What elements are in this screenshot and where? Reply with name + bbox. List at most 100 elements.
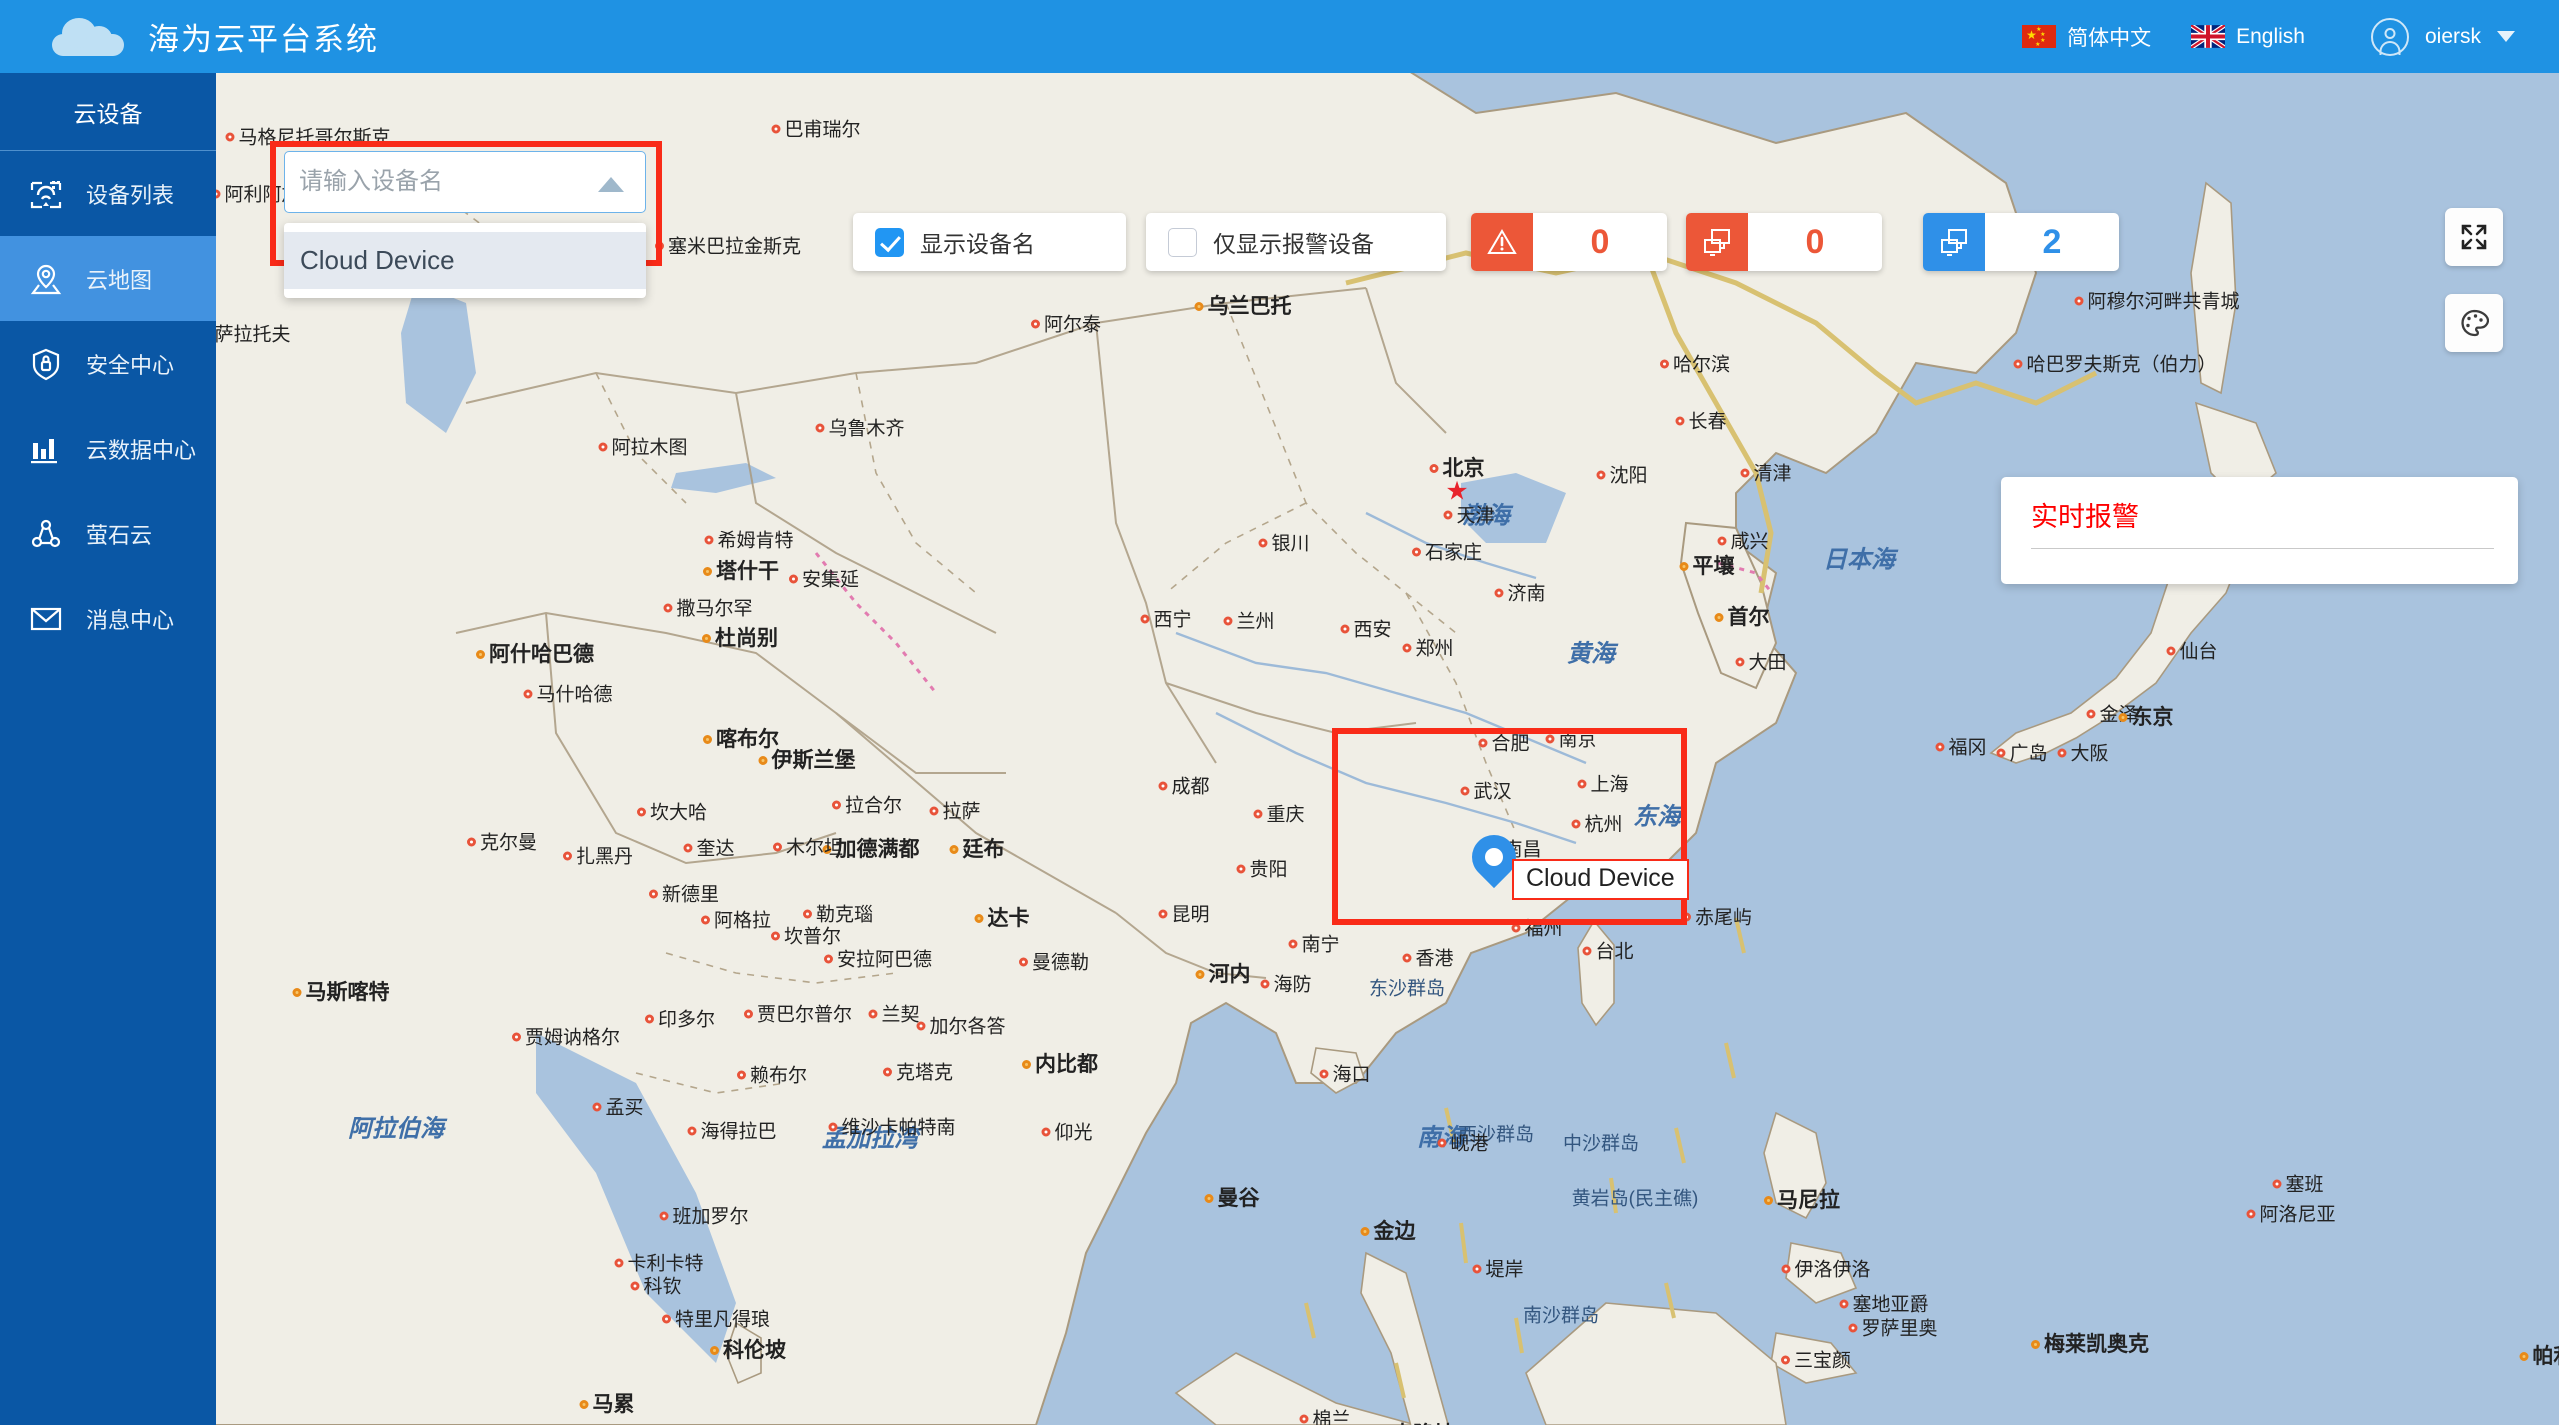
counter-offline-devices[interactable]: 0 bbox=[1686, 213, 1882, 271]
city-name: 加德满都 bbox=[835, 838, 920, 861]
search-suggestion-list[interactable]: Cloud Device bbox=[284, 223, 646, 298]
toggle-show-device-name[interactable]: 显示设备名 bbox=[853, 213, 1126, 271]
city-marker-dot bbox=[1022, 1060, 1031, 1069]
counter-value: 2 bbox=[2042, 222, 2062, 261]
city-marker-dot bbox=[700, 915, 710, 925]
city-name: 希姆肯特 bbox=[717, 530, 794, 552]
language-switch-chinese[interactable]: ★ ★ ★ ★ ★ 简体中文 bbox=[2022, 22, 2151, 52]
toggle-alarm-only[interactable]: 仅显示报警设备 bbox=[1146, 213, 1446, 271]
checkbox-unchecked-icon[interactable] bbox=[1168, 227, 1197, 257]
user-menu[interactable]: oiersk bbox=[2370, 17, 2515, 56]
map-city-label: 仰光 bbox=[1041, 1118, 1093, 1145]
city-name: 阿什哈巴德 bbox=[489, 643, 594, 666]
device-map-marker[interactable] bbox=[1462, 825, 1526, 889]
map-theme-button[interactable] bbox=[2445, 294, 2503, 352]
map-city-label: 扎黑丹 bbox=[562, 842, 634, 869]
search-suggestion-item[interactable]: Cloud Device bbox=[284, 232, 646, 289]
cloud-map-canvas[interactable]: 渤海 黄海 东海 南海 日本海 阿拉伯海 孟加拉湾 西沙群岛 中沙群岛 黄岩岛(… bbox=[216, 73, 2559, 1425]
city-name: 塞地亚爵 bbox=[1852, 1294, 1929, 1316]
chevron-up-icon[interactable] bbox=[598, 177, 624, 192]
city-name: 咸兴 bbox=[1730, 531, 1769, 553]
sidebar-item-cloud-map[interactable]: 云地图 bbox=[0, 236, 216, 321]
city-name: 银川 bbox=[1271, 533, 1310, 555]
sea-label: 中沙群岛 bbox=[1562, 1133, 1640, 1155]
city-marker-dot bbox=[1472, 1264, 1482, 1274]
city-name: 曼德勒 bbox=[1031, 952, 1090, 974]
map-city-label: 乌鲁木齐 bbox=[815, 414, 905, 441]
city-name: 扎黑丹 bbox=[575, 846, 634, 868]
language-english-label: English bbox=[2236, 24, 2305, 48]
fullscreen-button[interactable] bbox=[2445, 208, 2503, 266]
city-name: 马累 bbox=[592, 1393, 635, 1416]
counter-alarm-devices[interactable]: 0 bbox=[1471, 213, 1667, 271]
map-city-label: 西安 bbox=[1340, 615, 1392, 642]
city-name: 拉萨 bbox=[942, 801, 981, 823]
map-city-label: 马累 bbox=[579, 1388, 635, 1418]
city-name: 乌兰巴托 bbox=[1207, 295, 1292, 318]
map-city-label: 阿尔泰 bbox=[1030, 310, 1101, 337]
map-city-label: 孟买 bbox=[592, 1093, 644, 1120]
city-name: 孟买 bbox=[605, 1097, 644, 1119]
map-city-label: 科钦 bbox=[630, 1272, 682, 1299]
map-city-label: 成都 bbox=[1158, 772, 1210, 799]
city-marker-dot bbox=[1018, 957, 1028, 967]
city-marker-dot bbox=[592, 1102, 602, 1112]
city-name: 伊斯兰堡 bbox=[771, 749, 856, 772]
city-marker-dot bbox=[1140, 614, 1150, 624]
map-city-label: 印多尔 bbox=[644, 1005, 715, 1032]
city-marker-dot bbox=[710, 1346, 719, 1355]
city-name: 三宝颜 bbox=[1793, 1350, 1852, 1372]
city-marker-dot bbox=[644, 1014, 654, 1024]
map-city-label: 首尔 bbox=[1714, 601, 1770, 631]
checkbox-checked-icon[interactable] bbox=[875, 227, 904, 257]
sidebar-item-security-center[interactable]: 安全中心 bbox=[0, 321, 216, 406]
city-marker-dot bbox=[758, 756, 768, 765]
city-name: 大阪 bbox=[2070, 743, 2109, 765]
sidebar-item-ezviz-cloud[interactable]: 萤石云 bbox=[0, 491, 216, 576]
city-name: 加尔各答 bbox=[929, 1016, 1006, 1038]
map-city-label: 阿穆尔河畔共青城 bbox=[2074, 287, 2240, 314]
city-name: 天津 bbox=[1456, 505, 1495, 527]
header-right-group: ★ ★ ★ ★ ★ 简体中文 English oiersk bbox=[1982, 17, 2515, 56]
city-marker-dot bbox=[788, 574, 798, 584]
sidebar-item-device-list[interactable]: 设备列表 bbox=[0, 151, 216, 236]
city-marker-dot bbox=[703, 567, 712, 576]
map-city-label: 赖布尔 bbox=[736, 1061, 807, 1088]
city-name: 贵阳 bbox=[1249, 859, 1288, 881]
map-city-label: 塞班 bbox=[2272, 1170, 2324, 1197]
city-marker-dot bbox=[1411, 547, 1421, 557]
counter-online-devices[interactable]: 2 bbox=[1923, 213, 2119, 271]
city-marker-dot bbox=[598, 442, 608, 452]
city-name: 海防 bbox=[1273, 974, 1312, 996]
map-city-label: 阿什哈巴德 bbox=[476, 638, 594, 668]
map-city-label: 西宁 bbox=[1140, 605, 1192, 632]
city-marker-dot bbox=[1848, 1323, 1858, 1333]
city-marker-dot bbox=[562, 851, 572, 861]
city-marker-dot bbox=[661, 1314, 671, 1324]
alarm-panel-divider bbox=[2031, 548, 2494, 549]
sidebar-item-data-center[interactable]: 云数据中心 bbox=[0, 406, 216, 491]
ezviz-cloud-icon bbox=[26, 514, 66, 554]
map-city-label: 贾巴尔普尔 bbox=[743, 1000, 852, 1027]
city-marker-dot bbox=[1204, 1194, 1214, 1203]
city-marker-dot bbox=[772, 842, 782, 852]
city-marker-dot bbox=[1195, 970, 1205, 979]
city-name: 曼谷 bbox=[1217, 1187, 1260, 1210]
map-city-label: 加尔各答 bbox=[916, 1012, 1006, 1039]
search-input[interactable] bbox=[284, 151, 646, 213]
city-marker-dot bbox=[2013, 359, 2023, 369]
sidebar-item-message-center[interactable]: 消息中心 bbox=[0, 576, 216, 661]
map-city-label: 仙台 bbox=[2166, 637, 2218, 664]
sea-label: 南沙群岛 bbox=[1522, 1305, 1600, 1327]
language-switch-english[interactable]: English bbox=[2191, 25, 2305, 49]
map-city-label: 阿拉木图 bbox=[598, 433, 688, 460]
city-marker-dot bbox=[1443, 510, 1453, 520]
map-city-label: 克塔克 bbox=[882, 1058, 953, 1085]
city-marker-dot bbox=[2246, 1209, 2256, 1219]
map-city-label: 平壤 bbox=[1679, 550, 1735, 580]
map-city-label: 萨拉托夫 bbox=[216, 320, 291, 347]
city-marker-dot bbox=[1158, 781, 1168, 791]
shield-lock-icon bbox=[26, 344, 66, 384]
map-city-label: 贾姆讷格尔 bbox=[511, 1023, 620, 1050]
city-marker-dot bbox=[1781, 1264, 1791, 1274]
